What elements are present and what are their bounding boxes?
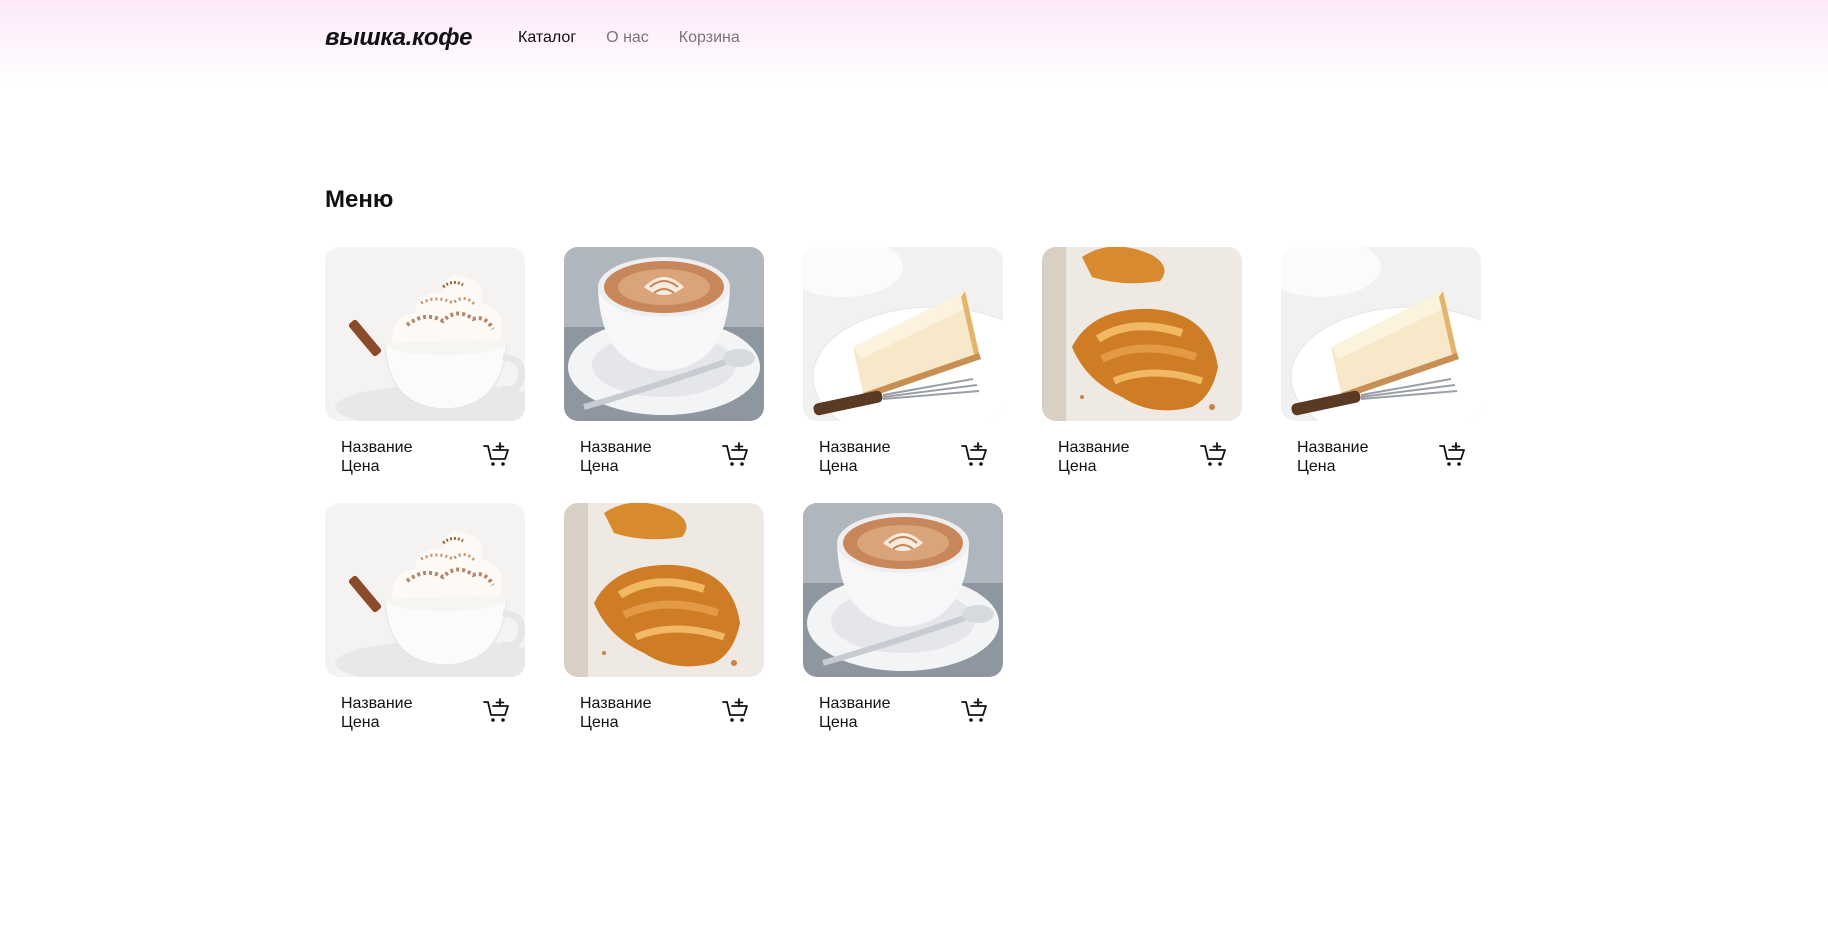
cheesecake-slice-photo[interactable] xyxy=(1281,247,1481,421)
main-nav: Каталог О нас Корзина xyxy=(518,29,770,47)
latte-art-cup-photo[interactable] xyxy=(564,247,764,421)
menu-card[interactable]: Название Цена xyxy=(1281,247,1481,475)
add-to-cart-icon[interactable] xyxy=(961,698,989,724)
add-to-cart-icon[interactable] xyxy=(1439,442,1467,468)
menu-card[interactable]: Название Цена xyxy=(1042,247,1242,475)
croissant-photo[interactable] xyxy=(1042,247,1242,421)
card-info: Название Цена xyxy=(1058,438,1228,475)
add-to-cart-icon[interactable] xyxy=(722,698,750,724)
latte-art-cup-photo[interactable] xyxy=(803,503,1003,677)
menu-card[interactable]: Название Цена xyxy=(803,247,1003,475)
card-info: Название Цена xyxy=(580,438,750,475)
menu-card[interactable]: Название Цена xyxy=(803,503,1003,731)
card-info: Название Цена xyxy=(819,438,989,475)
menu-card[interactable]: Название Цена xyxy=(564,247,764,475)
cheesecake-slice-photo[interactable] xyxy=(803,247,1003,421)
croissant-photo[interactable] xyxy=(564,503,764,677)
add-to-cart-icon[interactable] xyxy=(961,442,989,468)
site-header: вышка.кофе Каталог О нас Корзина xyxy=(0,0,1828,86)
menu-title: Меню xyxy=(325,186,394,213)
whipped-cream-coffee-photo[interactable] xyxy=(325,503,525,677)
card-info: Название Цена xyxy=(341,694,511,731)
add-to-cart-icon[interactable] xyxy=(483,698,511,724)
site-logo[interactable]: вышка.кофе xyxy=(325,24,473,52)
card-info: Название Цена xyxy=(819,694,989,731)
nav-cart-link[interactable]: Корзина xyxy=(679,29,740,47)
card-info: Название Цена xyxy=(341,438,511,475)
menu-card[interactable]: Название Цена xyxy=(564,503,764,731)
add-to-cart-icon[interactable] xyxy=(722,442,750,468)
whipped-cream-coffee-photo[interactable] xyxy=(325,247,525,421)
card-info: Название Цена xyxy=(1297,438,1467,475)
add-to-cart-icon[interactable] xyxy=(483,442,511,468)
add-to-cart-icon[interactable] xyxy=(1200,442,1228,468)
nav-catalog-link[interactable]: Каталог xyxy=(518,29,576,47)
nav-about-link[interactable]: О нас xyxy=(606,29,649,47)
menu-grid: Название Цена Название Цена Название Цен… xyxy=(325,247,1481,731)
menu-card[interactable]: Название Цена xyxy=(325,247,525,475)
card-info: Название Цена xyxy=(580,694,750,731)
menu-card[interactable]: Название Цена xyxy=(325,503,525,731)
